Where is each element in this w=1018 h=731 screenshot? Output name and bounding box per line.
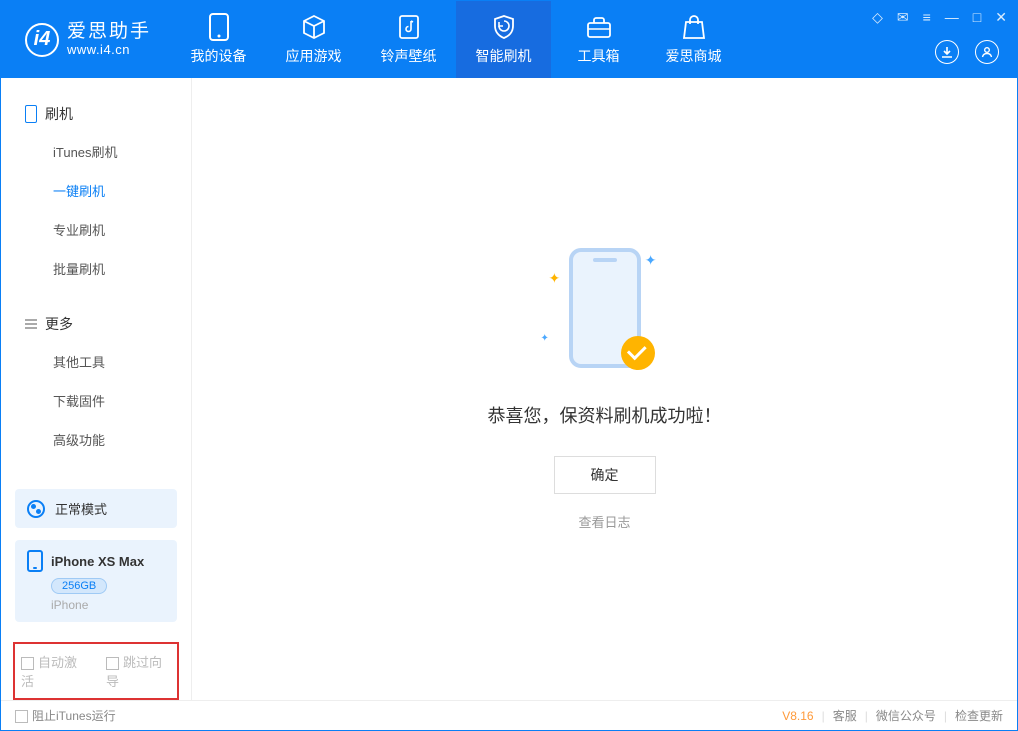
header: i4 爱思助手 www.i4.cn 我的设备 应用游戏 铃声壁纸 智能刷机 工具… <box>1 1 1017 78</box>
tab-label: 工具箱 <box>578 46 620 66</box>
sparkle-icon: ✦ <box>645 252 657 269</box>
list-icon <box>25 319 37 329</box>
shield-icon <box>490 13 518 41</box>
mode-icon <box>27 500 45 518</box>
support-link[interactable]: 客服 <box>833 707 857 724</box>
tab-label: 智能刷机 <box>476 46 532 66</box>
storage-badge: 256GB <box>51 578 107 594</box>
checkmark-badge-icon <box>621 336 655 370</box>
tab-label: 铃声壁纸 <box>381 46 437 66</box>
device-card[interactable]: iPhone XS Max 256GB iPhone <box>15 540 177 622</box>
sidebar-item-pro-flash[interactable]: 专业刷机 <box>1 210 191 249</box>
wechat-link[interactable]: 微信公众号 <box>876 707 936 724</box>
device-type: iPhone <box>51 598 165 612</box>
titlebar-controls: ◇ ✉ ≡ — □ ✕ <box>872 9 1007 26</box>
app-logo: i4 爱思助手 www.i4.cn <box>1 22 165 57</box>
user-icon[interactable] <box>975 40 999 64</box>
sidebar-group-more: 更多 <box>1 306 191 342</box>
tab-label: 应用游戏 <box>286 46 342 66</box>
checkbox-block-itunes[interactable]: 阻止iTunes运行 <box>15 707 116 724</box>
feedback-icon[interactable]: ✉ <box>897 9 909 26</box>
close-button[interactable]: ✕ <box>995 9 1007 26</box>
toolbox-icon <box>585 13 613 41</box>
skin-icon[interactable]: ◇ <box>872 9 883 26</box>
sidebar: 刷机 iTunes刷机 一键刷机 专业刷机 批量刷机 更多 其他工具 下载固件 … <box>1 78 191 700</box>
tab-apps[interactable]: 应用游戏 <box>266 1 361 78</box>
logo-icon: i4 <box>25 23 59 57</box>
menu-icon[interactable]: ≡ <box>923 9 931 26</box>
tab-my-device[interactable]: 我的设备 <box>171 1 266 78</box>
device-icon <box>205 13 233 41</box>
view-log-link[interactable]: 查看日志 <box>578 512 630 531</box>
maximize-button[interactable]: □ <box>973 9 981 26</box>
bottom-options-highlight: 自动激活 跳过向导 <box>13 642 179 700</box>
sidebar-item-itunes-flash[interactable]: iTunes刷机 <box>1 132 191 171</box>
app-name: 爱思助手 <box>67 22 151 43</box>
main-content: ✦ ✦ ✦ 恭喜您，保资料刷机成功啦！ 确定 查看日志 <box>191 78 1017 700</box>
tab-toolbox[interactable]: 工具箱 <box>551 1 646 78</box>
footer: 阻止iTunes运行 V8.16 | 客服 | 微信公众号 | 检查更新 <box>1 700 1017 730</box>
tab-flash[interactable]: 智能刷机 <box>456 1 551 78</box>
success-message: 恭喜您，保资料刷机成功啦！ <box>488 402 722 428</box>
main-tabs: 我的设备 应用游戏 铃声壁纸 智能刷机 工具箱 爱思商城 <box>171 1 741 78</box>
phone-outline-icon <box>25 105 37 123</box>
group-title: 更多 <box>45 314 73 334</box>
minimize-button[interactable]: — <box>945 9 959 26</box>
bag-icon <box>680 13 708 41</box>
app-url: www.i4.cn <box>67 43 151 57</box>
check-update-link[interactable]: 检查更新 <box>955 707 1003 724</box>
checkbox-skip-guide[interactable]: 跳过向导 <box>106 652 171 690</box>
device-phone-icon <box>27 550 43 572</box>
download-icon[interactable] <box>935 40 959 64</box>
sidebar-item-oneclick-flash[interactable]: 一键刷机 <box>1 171 191 210</box>
music-icon <box>395 13 423 41</box>
sidebar-item-download-firmware[interactable]: 下载固件 <box>1 381 191 420</box>
tab-label: 我的设备 <box>191 46 247 66</box>
success-illustration: ✦ ✦ ✦ <box>535 248 675 378</box>
group-title: 刷机 <box>45 104 73 124</box>
sidebar-group-flash: 刷机 <box>1 96 191 132</box>
confirm-button[interactable]: 确定 <box>554 456 656 494</box>
checkbox-auto-activate[interactable]: 自动激活 <box>21 652 86 690</box>
sidebar-item-batch-flash[interactable]: 批量刷机 <box>1 249 191 288</box>
version-label: V8.16 <box>782 709 813 723</box>
header-actions <box>935 40 999 64</box>
cube-icon <box>300 13 328 41</box>
sparkle-icon: ✦ <box>549 270 561 287</box>
tab-ringtones[interactable]: 铃声壁纸 <box>361 1 456 78</box>
sparkle-icon: ✦ <box>541 333 549 344</box>
device-name: iPhone XS Max <box>51 554 144 569</box>
tab-label: 爱思商城 <box>666 46 722 66</box>
sidebar-item-other-tools[interactable]: 其他工具 <box>1 342 191 381</box>
sidebar-item-advanced[interactable]: 高级功能 <box>1 420 191 459</box>
status-card[interactable]: 正常模式 <box>15 489 177 528</box>
tab-store[interactable]: 爱思商城 <box>646 1 741 78</box>
status-mode: 正常模式 <box>55 499 107 518</box>
